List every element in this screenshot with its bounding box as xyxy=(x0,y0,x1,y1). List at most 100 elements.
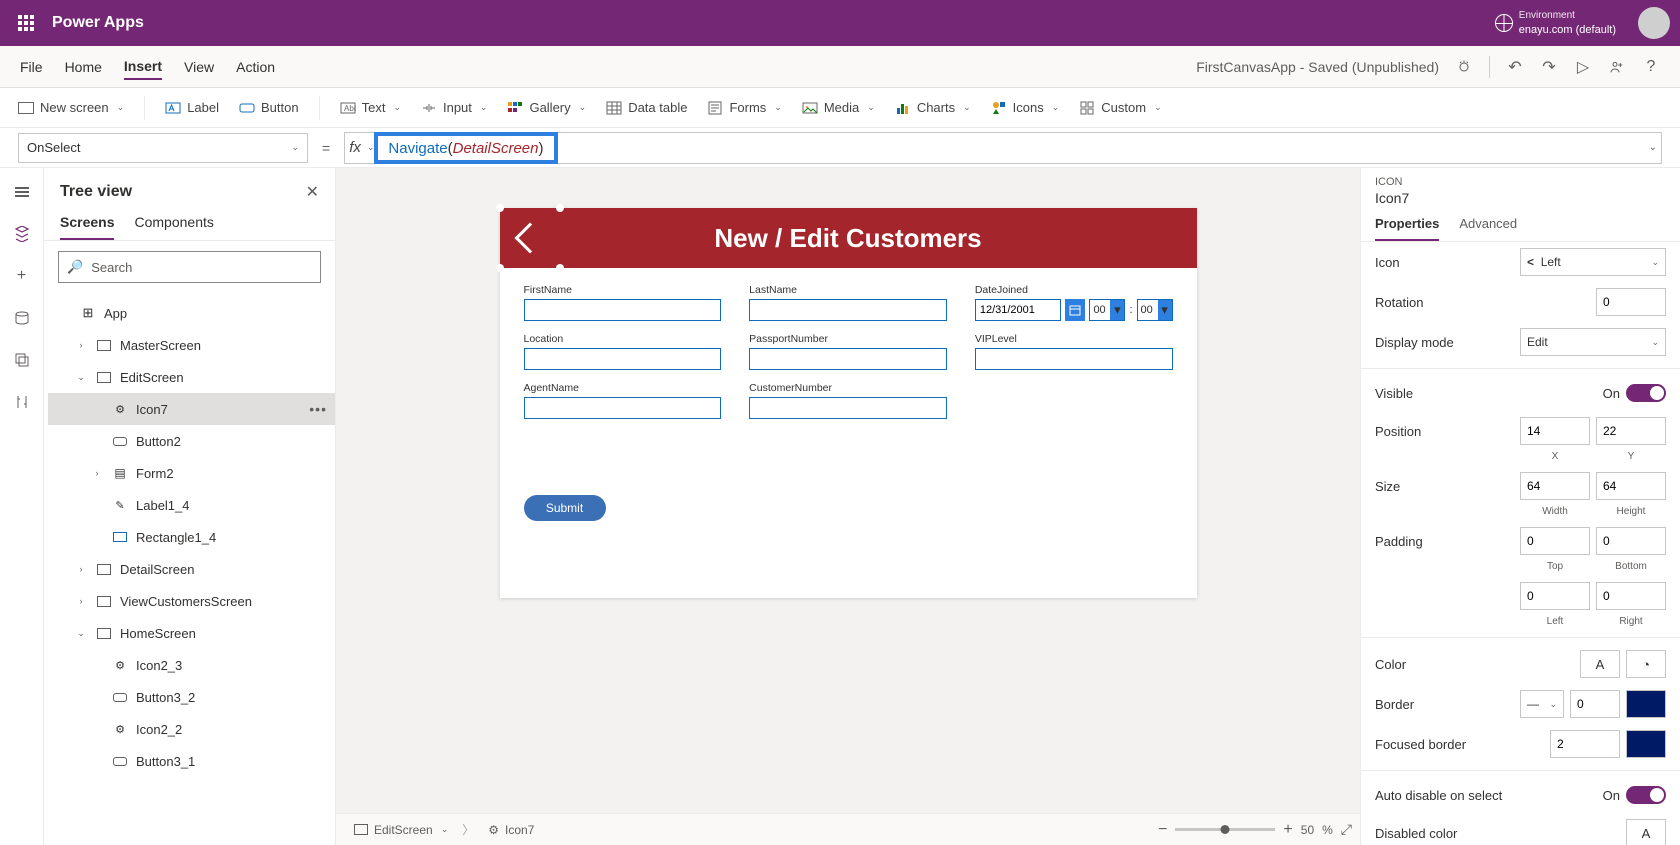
insert-input-dropdown[interactable]: Input⌄ xyxy=(421,100,487,116)
tree-node[interactable]: ›ViewCustomersScreen xyxy=(48,585,335,617)
media-rail-icon[interactable] xyxy=(12,350,32,370)
rotation-input[interactable] xyxy=(1596,288,1666,316)
border-color-swatch[interactable] xyxy=(1626,690,1666,718)
tree-node-app[interactable]: ⊞App xyxy=(48,297,335,329)
tree-node[interactable]: ⌄HomeScreen xyxy=(48,617,335,649)
border-style-selector[interactable]: —⌄ xyxy=(1520,690,1564,718)
submit-button[interactable]: Submit xyxy=(524,495,606,521)
display-mode-selector[interactable]: Edit⌄ xyxy=(1520,328,1666,356)
tools-icon[interactable] xyxy=(12,392,32,412)
pos-x-input[interactable] xyxy=(1520,417,1590,445)
tree-node[interactable]: Rectangle1_4 xyxy=(48,521,335,553)
hamburger-icon[interactable] xyxy=(12,182,32,202)
font-color-button[interactable]: A xyxy=(1580,650,1620,678)
insert-gallery-dropdown[interactable]: Gallery⌄ xyxy=(507,100,586,116)
fill-color-button[interactable]: ◔ xyxy=(1626,650,1666,678)
insert-custom-dropdown[interactable]: Custom⌄ xyxy=(1079,100,1161,116)
text-input[interactable] xyxy=(749,397,947,419)
formula-input[interactable]: fx⌄ Navigate(DetailScreen) ⌄ xyxy=(344,132,1662,164)
insert-datatable-button[interactable]: Data table xyxy=(606,100,687,116)
tree-search-input[interactable]: 🔎 Search xyxy=(58,251,321,283)
date-input[interactable] xyxy=(975,299,1062,321)
tree-node[interactable]: Button3_2 xyxy=(48,681,335,713)
insert-charts-dropdown[interactable]: Charts⌄ xyxy=(895,100,971,116)
pad-bottom-input[interactable] xyxy=(1596,527,1666,555)
width-input[interactable] xyxy=(1520,472,1590,500)
help-icon[interactable]: ? xyxy=(1642,58,1660,76)
pad-right-input[interactable] xyxy=(1596,582,1666,610)
fit-icon[interactable]: ⤢ xyxy=(1341,821,1352,838)
menu-insert[interactable]: Insert xyxy=(124,54,162,80)
property-selector[interactable]: OnSelect⌄ xyxy=(18,133,308,163)
tree-node[interactable]: Button2 xyxy=(48,425,335,457)
redo-icon[interactable]: ↷ xyxy=(1540,58,1558,76)
zoom-out-icon[interactable]: − xyxy=(1158,821,1167,839)
disabled-color-button[interactable]: A xyxy=(1626,819,1666,845)
text-input[interactable] xyxy=(524,299,722,321)
visible-toggle[interactable] xyxy=(1626,384,1666,402)
tree-node[interactable]: ⌄EditScreen xyxy=(48,361,335,393)
search-icon: 🔎 xyxy=(67,259,83,275)
text-input[interactable] xyxy=(749,299,947,321)
tree-node[interactable]: ›MasterScreen xyxy=(48,329,335,361)
insert-icons-dropdown[interactable]: Icons⌄ xyxy=(991,100,1060,116)
menu-file[interactable]: File xyxy=(20,55,43,79)
calendar-icon[interactable] xyxy=(1065,299,1085,321)
insert-forms-dropdown[interactable]: Forms⌄ xyxy=(707,100,781,116)
more-icon[interactable]: ••• xyxy=(309,401,327,417)
tree-node[interactable]: ⚙Icon2_3 xyxy=(48,649,335,681)
new-screen-button[interactable]: New screen⌄ xyxy=(18,100,124,115)
pos-y-input[interactable] xyxy=(1596,417,1666,445)
breadcrumb-screen[interactable]: EditScreen⌄ xyxy=(344,823,458,837)
pad-left-input[interactable] xyxy=(1520,582,1590,610)
breadcrumb-control[interactable]: ⚙Icon7 xyxy=(478,823,544,837)
menu-home[interactable]: Home xyxy=(65,55,102,79)
app-canvas[interactable]: New / Edit Customers FirstNameLastNameDa… xyxy=(500,208,1197,598)
auto-disable-toggle[interactable] xyxy=(1626,786,1666,804)
menu-view[interactable]: View xyxy=(184,55,214,79)
insert-label-button[interactable]: Label xyxy=(165,100,219,116)
focused-border-color-swatch[interactable] xyxy=(1626,730,1666,758)
tab-components[interactable]: Components xyxy=(134,214,213,240)
share-icon[interactable] xyxy=(1608,58,1626,76)
tree-node[interactable]: Button3_1 xyxy=(48,745,335,777)
add-icon[interactable]: + xyxy=(12,266,32,286)
zoom-in-icon[interactable]: + xyxy=(1283,821,1292,839)
zoom-slider[interactable] xyxy=(1175,828,1275,831)
tree-node[interactable]: ›▤Form2 xyxy=(48,457,335,489)
hour-dropdown[interactable]: 00▾ xyxy=(1089,299,1125,321)
text-input[interactable] xyxy=(749,348,947,370)
undo-icon[interactable]: ↶ xyxy=(1506,58,1524,76)
text-input[interactable] xyxy=(975,348,1173,370)
tab-screens[interactable]: Screens xyxy=(60,214,114,240)
avatar[interactable] xyxy=(1638,7,1670,39)
tab-advanced[interactable]: Advanced xyxy=(1459,216,1517,241)
tab-properties[interactable]: Properties xyxy=(1375,216,1439,241)
icon-selector[interactable]: < Left⌄ xyxy=(1520,248,1666,276)
product-name: Power Apps xyxy=(52,14,144,32)
height-input[interactable] xyxy=(1596,472,1666,500)
back-icon-selected[interactable] xyxy=(500,208,560,268)
tree-node[interactable]: ✎Label1_4 xyxy=(48,489,335,521)
play-icon[interactable]: ▷ xyxy=(1574,58,1592,76)
insert-button-button[interactable]: Button xyxy=(239,100,299,116)
data-icon[interactable] xyxy=(12,308,32,328)
text-input[interactable] xyxy=(524,397,722,419)
focused-border-input[interactable] xyxy=(1550,730,1620,758)
app-launcher-icon[interactable] xyxy=(18,15,34,31)
menu-action[interactable]: Action xyxy=(236,55,275,79)
tree-node[interactable]: ›DetailScreen xyxy=(48,553,335,585)
text-input[interactable] xyxy=(524,348,722,370)
minute-dropdown[interactable]: 00▾ xyxy=(1137,299,1173,321)
tree-view-icon[interactable] xyxy=(12,224,32,244)
environment-picker[interactable]: Environment enayu.com (default) xyxy=(1495,9,1628,37)
close-icon[interactable]: ✕ xyxy=(306,182,319,202)
tree-node[interactable]: ⚙Icon7••• xyxy=(48,393,335,425)
pad-top-input[interactable] xyxy=(1520,527,1590,555)
formula-expand-icon[interactable]: ⌄ xyxy=(1649,142,1657,153)
insert-text-dropdown[interactable]: AbcText⌄ xyxy=(340,100,401,116)
border-width-input[interactable] xyxy=(1570,690,1620,718)
insert-media-dropdown[interactable]: Media⌄ xyxy=(802,100,875,116)
tree-node[interactable]: ⚙Icon2_2 xyxy=(48,713,335,745)
app-checker-icon[interactable] xyxy=(1455,58,1473,76)
